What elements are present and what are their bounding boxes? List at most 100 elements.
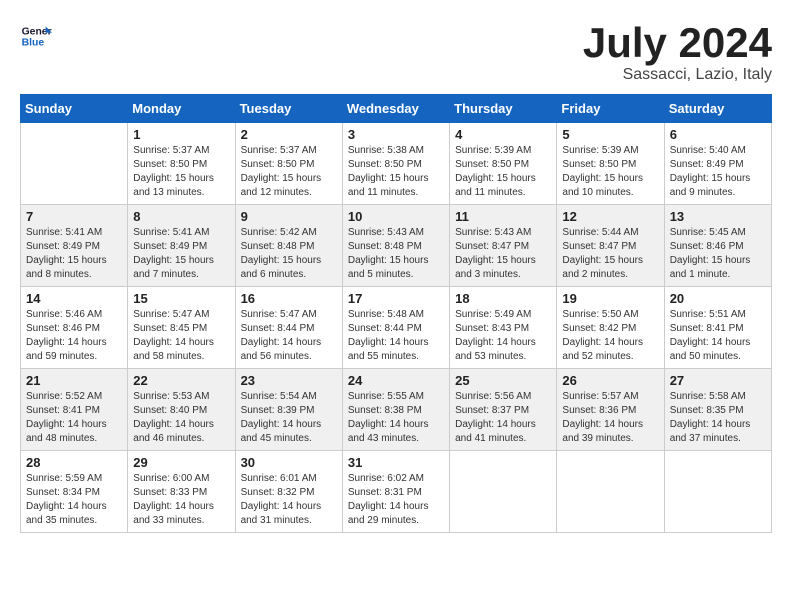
- day-number: 29: [133, 455, 229, 470]
- day-of-week-header: Thursday: [450, 95, 557, 123]
- day-number: 7: [26, 209, 122, 224]
- day-number: 28: [26, 455, 122, 470]
- calendar-cell: 22Sunrise: 5:53 AMSunset: 8:40 PMDayligh…: [128, 369, 235, 451]
- day-info: Sunrise: 6:00 AMSunset: 8:33 PMDaylight:…: [133, 472, 229, 528]
- day-number: 17: [348, 291, 444, 306]
- day-of-week-header: Friday: [557, 95, 664, 123]
- calendar-cell: 20 Sunrise: 5:51 AMSunset: 8:41 PMDayligh…: [664, 287, 771, 369]
- day-info: Sunrise: 5:57 AMSunset: 8:36 PMDaylight:…: [562, 390, 658, 446]
- calendar-cell: 1 Sunrise: 5:37 AMSunset: 8:50 PMDaylight…: [128, 123, 235, 205]
- calendar-cell: 2 Sunrise: 5:37 AMSunset: 8:50 PMDaylight…: [235, 123, 342, 205]
- day-number: 12: [562, 209, 658, 224]
- day-of-week-header: Wednesday: [342, 95, 449, 123]
- calendar-cell: 24Sunrise: 5:55 AMSunset: 8:38 PMDayligh…: [342, 369, 449, 451]
- day-of-week-header: Saturday: [664, 95, 771, 123]
- svg-text:Blue: Blue: [22, 38, 45, 49]
- title-area: July 2024 Sassacci, Lazio, Italy: [583, 20, 772, 84]
- calendar-cell: [664, 451, 771, 533]
- day-info: Sunrise: 5:55 AMSunset: 8:38 PMDaylight:…: [348, 390, 444, 446]
- day-info: Sunrise: 5:53 AMSunset: 8:40 PMDaylight:…: [133, 390, 229, 446]
- day-info: Sunrise: 5:40 AMSunset: 8:49 PMDaylight:…: [670, 144, 766, 200]
- calendar-cell: 3 Sunrise: 5:38 AMSunset: 8:50 PMDaylight…: [342, 123, 449, 205]
- calendar-cell: 14 Sunrise: 5:46 AMSunset: 8:46 PMDayligh…: [21, 287, 128, 369]
- calendar-cell: 10 Sunrise: 5:43 AMSunset: 8:48 PMDayligh…: [342, 205, 449, 287]
- day-info: Sunrise: 5:43 AMSunset: 8:48 PMDaylight:…: [348, 226, 444, 282]
- day-info: Sunrise: 5:56 AMSunset: 8:37 PMDaylight:…: [455, 390, 551, 446]
- calendar-cell: 11Sunrise: 5:43 AMSunset: 8:47 PMDayligh…: [450, 205, 557, 287]
- day-info: Sunrise: 5:47 AMSunset: 8:45 PMDaylight:…: [133, 308, 229, 364]
- calendar-cell: 30 Sunrise: 6:01 AMSunset: 8:32 PMDayligh…: [235, 451, 342, 533]
- day-info: Sunrise: 6:02 AMSunset: 8:31 PMDaylight:…: [348, 472, 444, 528]
- calendar-cell: 16 Sunrise: 5:47 AMSunset: 8:44 PMDayligh…: [235, 287, 342, 369]
- calendar-cell: 26 Sunrise: 5:57 AMSunset: 8:36 PMDayligh…: [557, 369, 664, 451]
- day-number: 27: [670, 373, 766, 388]
- header: General Blue July 2024 Sassacci, Lazio, …: [20, 20, 772, 84]
- day-info: Sunrise: 5:46 AMSunset: 8:46 PMDaylight:…: [26, 308, 122, 364]
- day-info: Sunrise: 5:47 AMSunset: 8:44 PMDaylight:…: [241, 308, 337, 364]
- day-number: 10: [348, 209, 444, 224]
- day-info: Sunrise: 5:58 AMSunset: 8:35 PMDaylight:…: [670, 390, 766, 446]
- calendar-cell: 17 Sunrise: 5:48 AMSunset: 8:44 PMDayligh…: [342, 287, 449, 369]
- day-info: Sunrise: 5:37 AMSunset: 8:50 PMDaylight:…: [241, 144, 337, 200]
- calendar-cell: 28 Sunrise: 5:59 AMSunset: 8:34 PMDayligh…: [21, 451, 128, 533]
- logo-icon: General Blue: [20, 20, 52, 52]
- day-info: Sunrise: 5:54 AMSunset: 8:39 PMDaylight:…: [241, 390, 337, 446]
- day-number: 20: [670, 291, 766, 306]
- calendar-cell: 6Sunrise: 5:40 AMSunset: 8:49 PMDaylight…: [664, 123, 771, 205]
- calendar-cell: 25Sunrise: 5:56 AMSunset: 8:37 PMDayligh…: [450, 369, 557, 451]
- day-info: Sunrise: 5:39 AMSunset: 8:50 PMDaylight:…: [562, 144, 658, 200]
- calendar-week-row: 7 Sunrise: 5:41 AMSunset: 8:49 PMDaylight…: [21, 205, 772, 287]
- calendar-cell: 23 Sunrise: 5:54 AMSunset: 8:39 PMDayligh…: [235, 369, 342, 451]
- day-number: 19: [562, 291, 658, 306]
- calendar-cell: 27 Sunrise: 5:58 AMSunset: 8:35 PMDayligh…: [664, 369, 771, 451]
- day-of-week-header: Monday: [128, 95, 235, 123]
- day-info: Sunrise: 5:52 AMSunset: 8:41 PMDaylight:…: [26, 390, 122, 446]
- day-info: Sunrise: 5:41 AMSunset: 8:49 PMDaylight:…: [133, 226, 229, 282]
- calendar-week-row: 1 Sunrise: 5:37 AMSunset: 8:50 PMDaylight…: [21, 123, 772, 205]
- day-number: 16: [241, 291, 337, 306]
- month-title: July 2024: [583, 20, 772, 66]
- calendar-cell: 5Sunrise: 5:39 AMSunset: 8:50 PMDaylight…: [557, 123, 664, 205]
- day-number: 9: [241, 209, 337, 224]
- calendar-week-row: 28 Sunrise: 5:59 AMSunset: 8:34 PMDayligh…: [21, 451, 772, 533]
- day-number: 26: [562, 373, 658, 388]
- day-info: Sunrise: 6:01 AMSunset: 8:32 PMDaylight:…: [241, 472, 337, 528]
- day-info: Sunrise: 5:44 AMSunset: 8:47 PMDaylight:…: [562, 226, 658, 282]
- calendar-cell: 12 Sunrise: 5:44 AMSunset: 8:47 PMDayligh…: [557, 205, 664, 287]
- day-number: 21: [26, 373, 122, 388]
- calendar: SundayMondayTuesdayWednesdayThursdayFrid…: [20, 94, 772, 533]
- day-number: 3: [348, 127, 444, 142]
- day-of-week-header: Tuesday: [235, 95, 342, 123]
- day-number: 2: [241, 127, 337, 142]
- calendar-cell: 9 Sunrise: 5:42 AMSunset: 8:48 PMDaylight…: [235, 205, 342, 287]
- day-info: Sunrise: 5:42 AMSunset: 8:48 PMDaylight:…: [241, 226, 337, 282]
- calendar-week-row: 14 Sunrise: 5:46 AMSunset: 8:46 PMDayligh…: [21, 287, 772, 369]
- calendar-cell: 29 Sunrise: 6:00 AMSunset: 8:33 PMDayligh…: [128, 451, 235, 533]
- header-row: SundayMondayTuesdayWednesdayThursdayFrid…: [21, 95, 772, 123]
- day-info: Sunrise: 5:45 AMSunset: 8:46 PMDaylight:…: [670, 226, 766, 282]
- day-info: Sunrise: 5:59 AMSunset: 8:34 PMDaylight:…: [26, 472, 122, 528]
- subtitle: Sassacci, Lazio, Italy: [583, 66, 772, 84]
- day-number: 15: [133, 291, 229, 306]
- day-of-week-header: Sunday: [21, 95, 128, 123]
- day-info: Sunrise: 5:37 AMSunset: 8:50 PMDaylight:…: [133, 144, 229, 200]
- calendar-cell: 8Sunrise: 5:41 AMSunset: 8:49 PMDaylight…: [128, 205, 235, 287]
- day-number: 14: [26, 291, 122, 306]
- calendar-cell: [21, 123, 128, 205]
- calendar-cell: 19Sunrise: 5:50 AMSunset: 8:42 PMDayligh…: [557, 287, 664, 369]
- day-number: 13: [670, 209, 766, 224]
- day-info: Sunrise: 5:38 AMSunset: 8:50 PMDaylight:…: [348, 144, 444, 200]
- calendar-cell: 31 Sunrise: 6:02 AMSunset: 8:31 PMDayligh…: [342, 451, 449, 533]
- day-number: 31: [348, 455, 444, 470]
- day-info: Sunrise: 5:41 AMSunset: 8:49 PMDaylight:…: [26, 226, 122, 282]
- day-info: Sunrise: 5:39 AMSunset: 8:50 PMDaylight:…: [455, 144, 551, 200]
- day-info: Sunrise: 5:48 AMSunset: 8:44 PMDaylight:…: [348, 308, 444, 364]
- day-number: 4: [455, 127, 551, 142]
- day-info: Sunrise: 5:43 AMSunset: 8:47 PMDaylight:…: [455, 226, 551, 282]
- day-number: 23: [241, 373, 337, 388]
- day-info: Sunrise: 5:51 AMSunset: 8:41 PMDaylight:…: [670, 308, 766, 364]
- calendar-cell: 13 Sunrise: 5:45 AMSunset: 8:46 PMDayligh…: [664, 205, 771, 287]
- day-number: 1: [133, 127, 229, 142]
- calendar-cell: 18Sunrise: 5:49 AMSunset: 8:43 PMDayligh…: [450, 287, 557, 369]
- day-number: 30: [241, 455, 337, 470]
